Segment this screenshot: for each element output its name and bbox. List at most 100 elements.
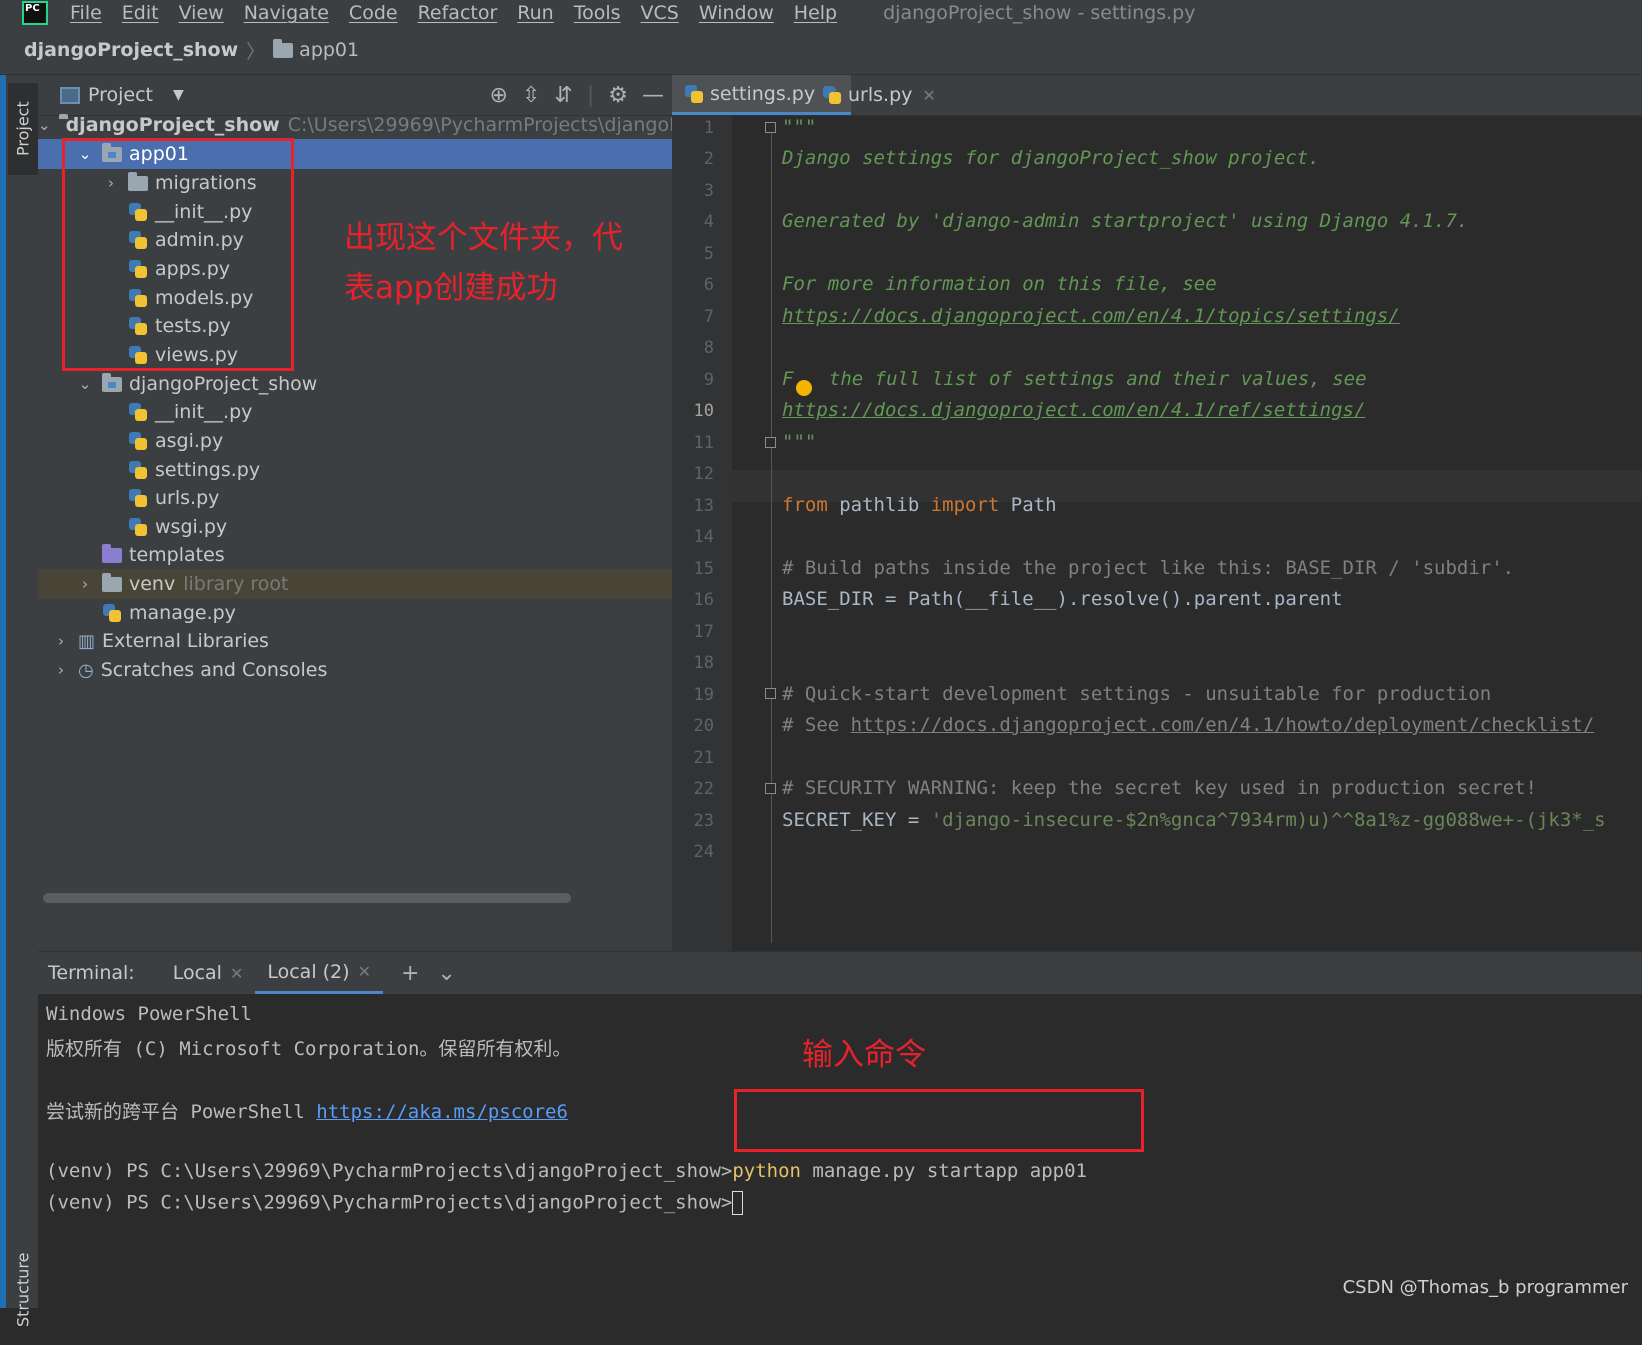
fold-marker-icon[interactable] — [765, 122, 776, 133]
menu-edit[interactable]: Edit — [122, 2, 159, 24]
terminal-label: Terminal: — [48, 962, 135, 984]
tree-item-file[interactable]: wsgi.py — [38, 512, 672, 542]
menu-file[interactable]: File — [70, 2, 102, 24]
code-line[interactable]: """ — [782, 116, 816, 138]
python-file-icon — [102, 603, 122, 623]
tree-item-label: wsgi.py — [155, 516, 228, 538]
menu-refactor[interactable]: Refactor — [418, 2, 498, 24]
tree-item-file[interactable]: settings.py — [38, 455, 672, 485]
menu-help[interactable]: Help — [794, 2, 837, 24]
terminal-tab-local[interactable]: Local ✕ — [161, 952, 256, 994]
terminal-tab-local-2[interactable]: Local (2) ✕ — [255, 952, 383, 994]
hide-panel-icon[interactable]: — — [642, 83, 664, 108]
expand-all-icon[interactable]: ⇳ — [522, 83, 540, 108]
window-edge — [0, 75, 6, 1308]
locate-file-icon[interactable]: ⊕ — [490, 83, 508, 108]
code-line[interactable]: For more information on this file, see — [782, 273, 1217, 295]
collapse-all-icon[interactable]: ⇵ — [554, 83, 572, 108]
menu-view[interactable]: View — [179, 2, 224, 24]
chevron-down-icon[interactable]: ▼ — [173, 87, 184, 103]
code-comment[interactable]: # SECURITY WARNING: keep the secret key … — [782, 777, 1537, 799]
tree-item-file[interactable]: __init__.py — [38, 397, 672, 427]
chevron-right-icon[interactable]: › — [52, 661, 70, 679]
tree-item-templates[interactable]: templates — [38, 540, 672, 570]
code-comment[interactable]: # Quick-start development settings - uns… — [782, 683, 1491, 705]
menu-run[interactable]: Run — [517, 2, 553, 24]
add-icon[interactable]: + — [401, 961, 419, 986]
tree-item-project-root[interactable]: ⌄ djangoProject_show C:\Users\29969\Pych… — [38, 110, 699, 140]
code-line[interactable]: BASE_DIR = Path(__file__).resolve().pare… — [782, 588, 1343, 610]
fold-marker-icon[interactable] — [765, 688, 776, 699]
breadcrumb-project[interactable]: djangoProject_show — [24, 39, 238, 61]
code-string: 'django-insecure-$2n%gnca^7934rm)u)^^8a1… — [930, 809, 1606, 831]
line-number: 6 — [703, 275, 714, 295]
code-comment: # See — [782, 714, 851, 736]
chevron-right-icon[interactable]: › — [52, 632, 70, 650]
tree-item-file[interactable]: asgi.py — [38, 426, 672, 456]
close-icon[interactable]: ✕ — [230, 964, 243, 983]
code-link[interactable]: https://docs.djangoproject.com/en/4.1/re… — [782, 399, 1365, 421]
line-number: 2 — [703, 149, 714, 169]
menu-code[interactable]: Code — [349, 2, 398, 24]
code-link[interactable]: https://docs.djangoproject.com/en/4.1/ho… — [851, 714, 1595, 736]
line-number: 15 — [693, 559, 714, 579]
code-line[interactable]: SECRET_KEY = 'django-insecure-$2n%gnca^7… — [782, 809, 1606, 831]
line-number: 1 — [703, 118, 714, 138]
code-line[interactable]: """ — [782, 431, 816, 453]
terminal-command-keyword: python — [732, 1160, 801, 1182]
tab-urls-py[interactable]: urls.py ✕ — [810, 75, 948, 115]
scratches-icon: ◷ — [78, 659, 94, 681]
tree-item-file[interactable]: urls.py — [38, 483, 672, 513]
terminal-line: Windows PowerShell — [46, 1003, 252, 1025]
annotation-note-folder: 出现这个文件夹，代 表app创建成功 — [344, 213, 623, 313]
tree-item-project-package[interactable]: ⌄ djangoProject_show — [38, 369, 672, 399]
chevron-down-icon[interactable]: ⌄ — [76, 375, 94, 393]
tab-label: urls.py — [848, 84, 913, 106]
line-number: 18 — [693, 653, 714, 673]
menu-navigate[interactable]: Navigate — [244, 2, 329, 24]
menu-window[interactable]: Window — [699, 2, 774, 24]
structure-tool-tab-label: Structure — [13, 1252, 33, 1328]
close-icon[interactable]: ✕ — [922, 86, 935, 105]
code-line[interactable]: from pathlib import Path — [782, 494, 1057, 516]
menu-bar: PC File Edit View Navigate Code Refactor… — [0, 0, 1642, 26]
gear-icon[interactable]: ⚙ — [608, 83, 628, 108]
chevron-down-icon[interactable]: ⌄ — [437, 961, 455, 986]
tree-item-label: settings.py — [155, 459, 261, 481]
breadcrumb-folder[interactable]: app01 — [299, 39, 359, 61]
code-line[interactable]: Generated by 'django-admin startproject'… — [782, 210, 1468, 232]
chevron-down-icon[interactable]: ⌄ — [38, 116, 51, 134]
code-token: pathlib — [827, 494, 931, 516]
code-line[interactable]: Django settings for djangoProject_show p… — [782, 147, 1320, 169]
tree-item-venv[interactable]: › venv library root — [38, 569, 672, 599]
fold-marker-icon[interactable] — [765, 437, 776, 448]
terminal-link[interactable]: https://aka.ms/pscore6 — [316, 1101, 568, 1123]
line-number: 5 — [703, 244, 714, 264]
project-panel-title[interactable]: Project — [88, 84, 153, 106]
horizontal-scrollbar[interactable] — [43, 893, 571, 903]
terminal-input-line[interactable]: (venv) PS C:\Users\29969\PycharmProjects… — [46, 1191, 744, 1215]
tree-item-scratches[interactable]: › ◷ Scratches and Consoles — [38, 655, 672, 685]
line-number: 14 — [693, 527, 714, 547]
chevron-right-icon[interactable]: › — [76, 575, 94, 593]
tree-item-label: __init__.py — [155, 401, 253, 423]
menu-tools[interactable]: Tools — [574, 2, 621, 24]
python-file-icon — [128, 431, 148, 451]
python-file-icon — [128, 517, 148, 537]
menu-vcs[interactable]: VCS — [641, 2, 679, 24]
code-link[interactable]: https://docs.djangoproject.com/en/4.1/to… — [782, 305, 1400, 327]
tree-item-external-libraries[interactable]: › ▥ External Libraries — [38, 626, 672, 656]
structure-tool-tab[interactable]: Structure — [8, 1235, 38, 1345]
project-tool-tab[interactable]: Project — [8, 83, 38, 175]
close-icon[interactable]: ✕ — [358, 962, 371, 981]
fold-marker-icon[interactable] — [765, 783, 776, 794]
code-line[interactable]: # See https://docs.djangoproject.com/en/… — [782, 714, 1594, 736]
code-comment[interactable]: # Build paths inside the project like th… — [782, 557, 1514, 579]
tree-item-file[interactable]: manage.py — [38, 598, 672, 628]
terminal-line: 版权所有 (C) Microsoft Corporation。保留所有权利。 — [46, 1038, 572, 1060]
tree-item-label: urls.py — [155, 487, 220, 509]
lightbulb-icon[interactable] — [796, 380, 812, 396]
line-number: 3 — [703, 181, 714, 201]
code-line[interactable]: F the full list of settings and their va… — [782, 368, 1367, 390]
line-number: 9 — [703, 370, 714, 390]
